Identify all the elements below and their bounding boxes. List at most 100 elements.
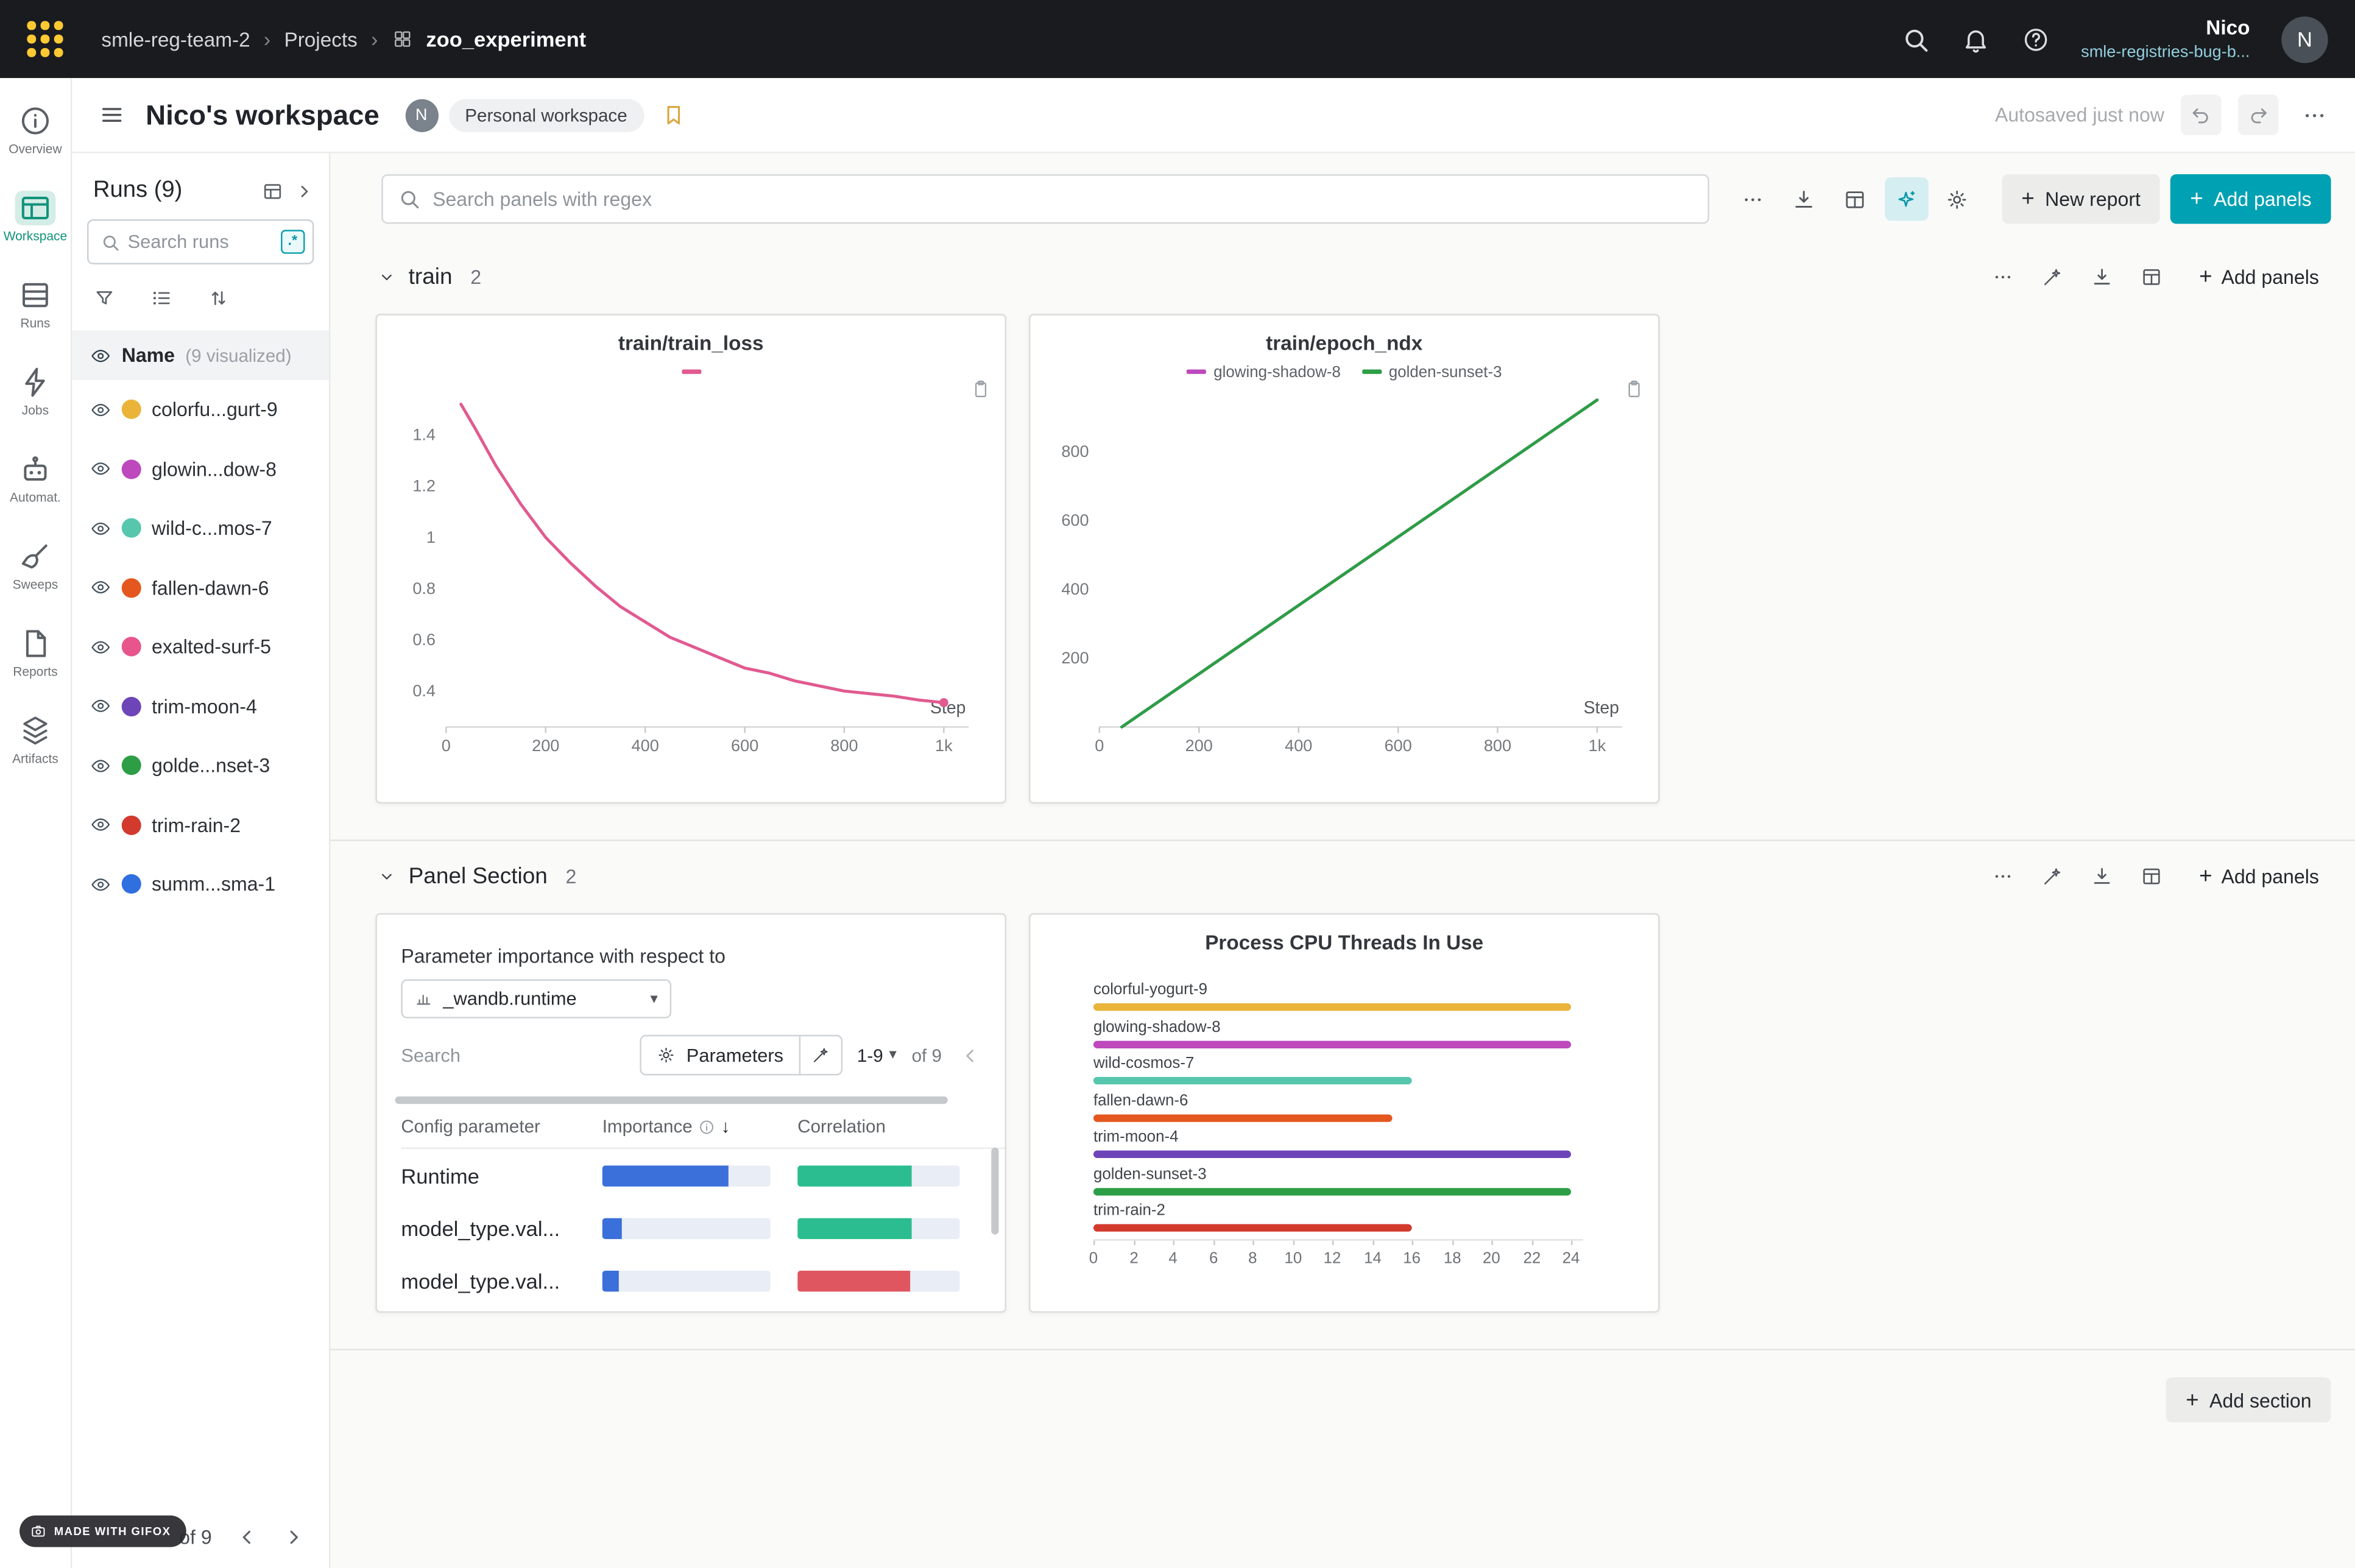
- prev-page-icon[interactable]: [960, 1045, 981, 1066]
- sparkle-button[interactable]: [1885, 177, 1929, 221]
- panel-parameter-importance[interactable]: Parameter importance with respect to _wa…: [375, 913, 1006, 1313]
- section-wand-button[interactable]: [2032, 256, 2073, 297]
- parameters-button[interactable]: Parameters: [641, 1036, 799, 1074]
- nav-rail-item-reports[interactable]: Reports: [1, 616, 69, 688]
- importance-table-row[interactable]: Runtime: [401, 1149, 1004, 1201]
- section-title[interactable]: Panel Section: [409, 863, 548, 888]
- run-row[interactable]: golde...nset-3: [72, 736, 329, 795]
- group-icon[interactable]: [150, 287, 173, 309]
- expand-runs-icon[interactable]: [294, 181, 314, 200]
- breadcrumb-projects[interactable]: Projects: [284, 28, 357, 51]
- vertical-scrollbar[interactable]: [991, 1148, 998, 1235]
- visibility-eye-icon[interactable]: [90, 696, 111, 717]
- parameter-search-input[interactable]: [401, 1045, 624, 1066]
- search-icon[interactable]: [1901, 25, 1929, 54]
- nav-rail-item-jobs[interactable]: Jobs: [1, 355, 69, 426]
- info-icon[interactable]: [699, 1118, 715, 1135]
- section-export-button[interactable]: [2082, 256, 2123, 297]
- panel-epoch-ndx[interactable]: train/epoch_ndx glowing-shadow-8golden-s…: [1029, 314, 1660, 803]
- section-more-button[interactable]: [1983, 855, 2024, 896]
- importance-table-row[interactable]: model_type.val...: [401, 1254, 1004, 1307]
- copy-panel-icon[interactable]: [970, 378, 992, 400]
- metric-selector-dropdown[interactable]: _wandb.runtime ▾: [401, 980, 671, 1019]
- user-info[interactable]: Nico smle-registries-bug-b...: [2081, 15, 2250, 63]
- nav-rail-item-artifacts[interactable]: Artifacts: [1, 703, 69, 775]
- nav-rail-item-overview[interactable]: Overview: [1, 93, 69, 165]
- breadcrumb-project[interactable]: zoo_experiment: [426, 27, 586, 51]
- section-title[interactable]: train: [409, 264, 453, 289]
- next-page-icon[interactable]: [283, 1525, 305, 1548]
- nav-rail-item-runs[interactable]: Runs: [1, 267, 69, 339]
- run-name[interactable]: trim-rain-2: [152, 814, 241, 836]
- visibility-eye-icon[interactable]: [90, 637, 111, 658]
- visibility-eye-icon[interactable]: [90, 755, 111, 777]
- more-options-icon[interactable]: [2301, 101, 2328, 128]
- nav-rail-item-workspace[interactable]: Workspace: [1, 180, 69, 252]
- run-name[interactable]: summ...sma-1: [152, 873, 275, 895]
- panel-search-input[interactable]: [433, 188, 1692, 210]
- rows-per-page-selector[interactable]: 1-9▾: [857, 1045, 897, 1066]
- more-options-button[interactable]: [1731, 177, 1775, 221]
- visibility-eye-icon[interactable]: [90, 459, 111, 480]
- collapse-section-icon[interactable]: [378, 867, 395, 884]
- menu-icon[interactable]: [99, 102, 125, 128]
- visibility-eye-icon[interactable]: [90, 399, 111, 420]
- runs-table-icon[interactable]: [261, 180, 284, 202]
- visibility-eye-icon[interactable]: [90, 874, 111, 895]
- export-button[interactable]: [1782, 177, 1826, 221]
- run-row[interactable]: glowin...dow-8: [72, 439, 329, 498]
- run-row[interactable]: summ...sma-1: [72, 855, 329, 914]
- panel-cpu-threads[interactable]: Process CPU Threads In Use colorful-yogu…: [1029, 913, 1660, 1313]
- nav-rail-item-sweeps[interactable]: Sweeps: [1, 529, 69, 601]
- help-icon[interactable]: [2021, 25, 2050, 54]
- undo-button[interactable]: [2181, 94, 2222, 135]
- filter-icon[interactable]: [93, 287, 116, 309]
- magic-wand-button[interactable]: [799, 1036, 841, 1074]
- name-column-header[interactable]: Name: [122, 344, 175, 367]
- user-avatar[interactable]: N: [2281, 16, 2328, 62]
- run-name[interactable]: glowin...dow-8: [152, 457, 277, 480]
- run-name[interactable]: wild-c...mos-7: [152, 517, 272, 540]
- section-layout-button[interactable]: [2131, 855, 2172, 896]
- copy-panel-icon[interactable]: [1623, 378, 1645, 400]
- importance-table-row[interactable]: model_type.val...: [401, 1201, 1004, 1254]
- prev-page-icon[interactable]: [236, 1525, 258, 1548]
- section-add-panels-button[interactable]: +Add panels: [2181, 854, 2331, 898]
- run-row[interactable]: wild-c...mos-7: [72, 499, 329, 558]
- run-row[interactable]: fallen-dawn-6: [72, 558, 329, 617]
- run-name[interactable]: trim-moon-4: [152, 695, 257, 718]
- new-report-button[interactable]: +New report: [2002, 174, 2160, 224]
- run-name[interactable]: golde...nset-3: [152, 754, 270, 777]
- correlation-header[interactable]: Correlation: [797, 1116, 1004, 1137]
- wandb-logo[interactable]: [27, 21, 62, 57]
- regex-toggle[interactable]: .*: [280, 230, 305, 253]
- section-layout-button[interactable]: [2131, 256, 2172, 297]
- run-name[interactable]: exalted-surf-5: [152, 636, 271, 659]
- panel-train-loss[interactable]: train/train_loss 02004006008001k0.40.60.…: [375, 314, 1006, 803]
- run-name[interactable]: fallen-dawn-6: [152, 576, 269, 599]
- layout-button[interactable]: [1834, 177, 1877, 221]
- breadcrumb-team[interactable]: smle-reg-team-2: [101, 28, 250, 51]
- add-section-button[interactable]: +Add section: [2166, 1377, 2331, 1422]
- run-row[interactable]: exalted-surf-5: [72, 617, 329, 676]
- collapse-section-icon[interactable]: [378, 268, 395, 284]
- workspace-type-badge[interactable]: Personal workspace: [448, 98, 644, 131]
- section-wand-button[interactable]: [2032, 855, 2073, 896]
- importance-header[interactable]: Importance ↓: [602, 1116, 798, 1137]
- add-panels-button[interactable]: +Add panels: [2170, 174, 2331, 224]
- visibility-eye-icon[interactable]: [90, 518, 111, 539]
- notifications-icon[interactable]: [1961, 25, 1990, 54]
- config-parameter-header[interactable]: Config parameter: [401, 1116, 602, 1137]
- visibility-all-icon[interactable]: [90, 345, 111, 366]
- run-row[interactable]: trim-moon-4: [72, 677, 329, 736]
- section-add-panels-button[interactable]: +Add panels: [2181, 255, 2331, 298]
- visibility-eye-icon[interactable]: [90, 577, 111, 598]
- run-name[interactable]: colorfu...gurt-9: [152, 398, 278, 421]
- nav-rail-item-automat[interactable]: Automat.: [1, 442, 69, 514]
- section-more-button[interactable]: [1983, 256, 2024, 297]
- sort-icon[interactable]: [207, 287, 230, 309]
- bookmark-icon[interactable]: [660, 102, 686, 128]
- settings-button[interactable]: [1936, 177, 1980, 221]
- horizontal-scrollbar[interactable]: [395, 1097, 947, 1104]
- redo-button[interactable]: [2238, 94, 2279, 135]
